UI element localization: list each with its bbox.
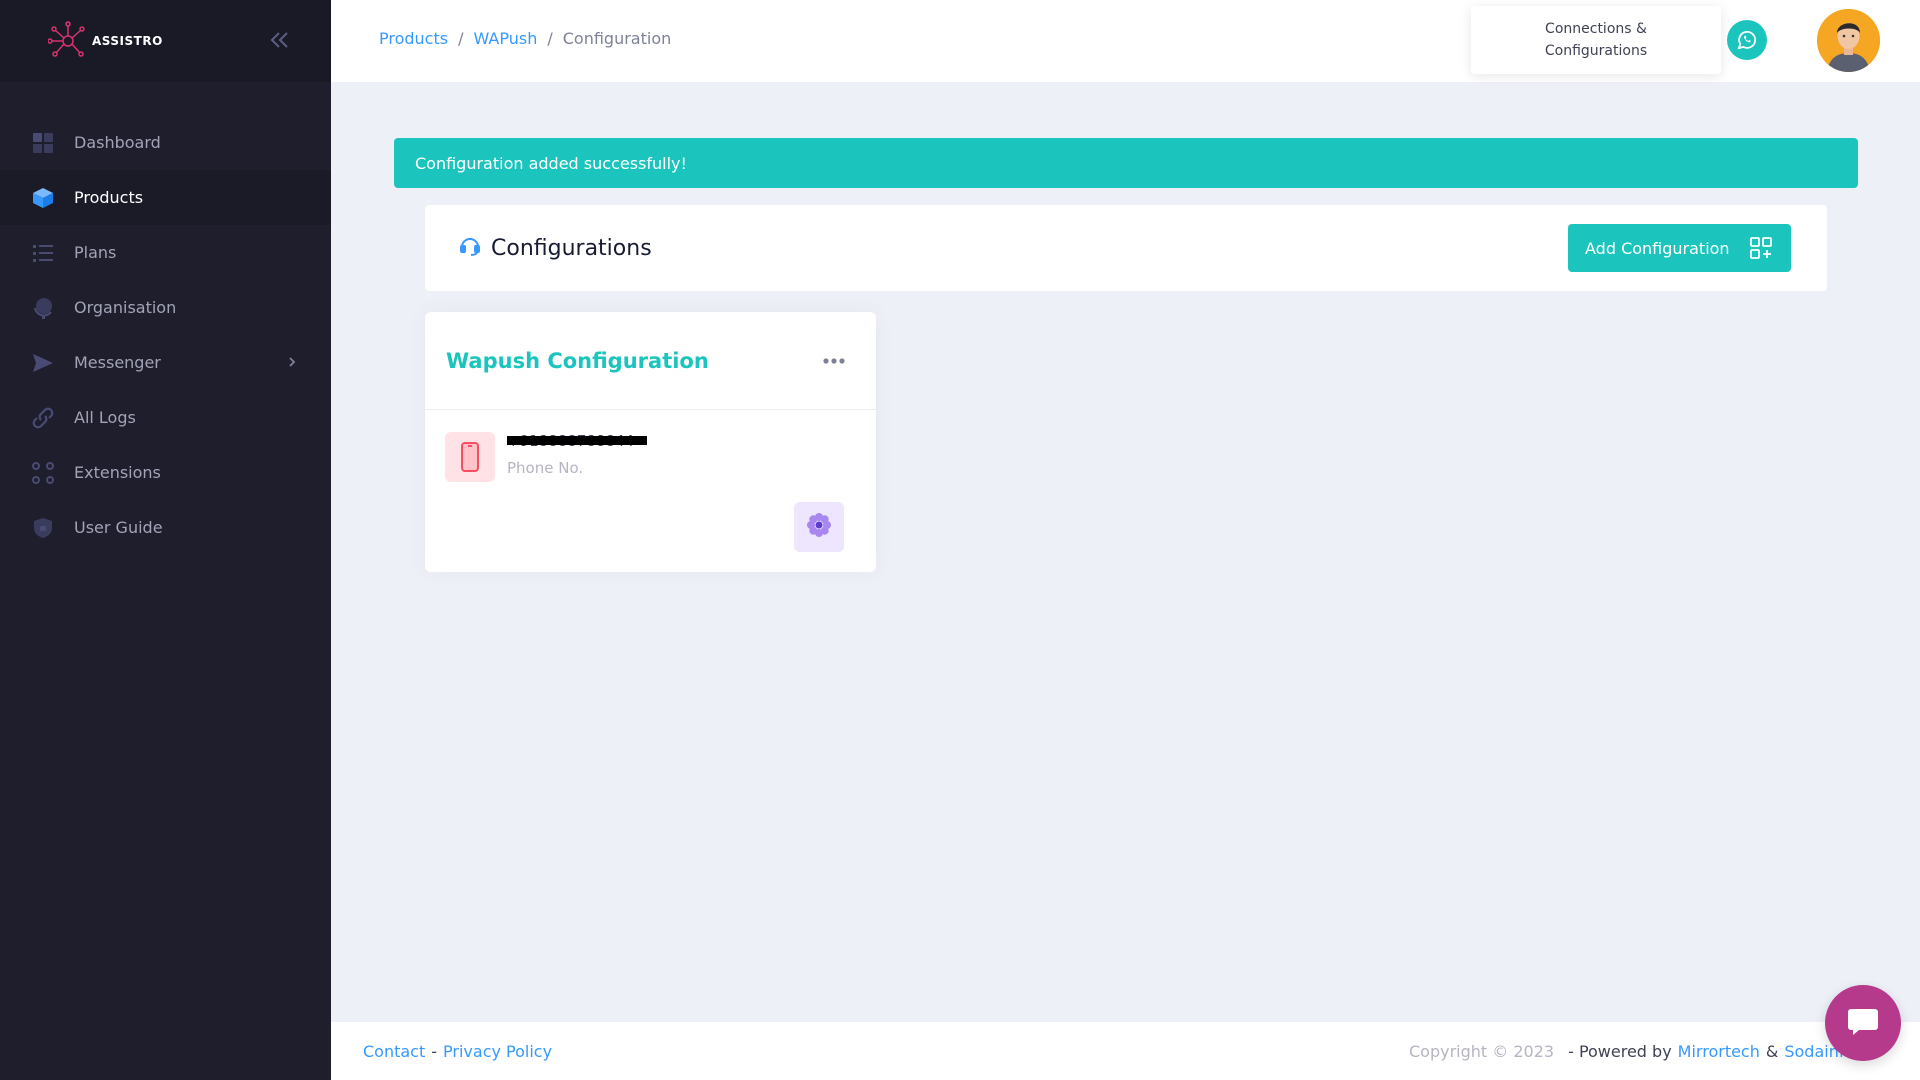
top-header: Products / WAPush / Configuration Connec…: [331, 0, 1920, 82]
add-grid-icon: [1749, 236, 1773, 260]
breadcrumb-separator: /: [458, 29, 464, 48]
headset-icon: [459, 235, 481, 261]
alert-message: Configuration added successfully!: [415, 153, 687, 173]
add-configuration-button[interactable]: Add Configuration: [1568, 224, 1791, 272]
sidebar-item-products[interactable]: Products: [0, 170, 331, 225]
sidebar-nav: Dashboard Products Plans Organisation Me…: [0, 115, 331, 555]
shield-icon: [30, 515, 56, 541]
breadcrumb-wapush[interactable]: WAPush: [473, 29, 537, 48]
assistro-logo-icon[interactable]: [47, 21, 88, 61]
success-alert: Configuration added successfully!: [394, 138, 1858, 188]
brand-header: ASSISTRO: [0, 0, 331, 82]
add-configuration-label: Add Configuration: [1585, 238, 1730, 258]
more-options-icon[interactable]: [822, 352, 846, 364]
configurations-title: Configurations: [491, 235, 652, 261]
mirrortech-link[interactable]: Mirrortech: [1678, 1042, 1760, 1061]
connections-configurations-button[interactable]: Connections & Configurations: [1471, 6, 1721, 74]
sidebar-item-label: Organisation: [74, 298, 177, 317]
footer: Contact - Privacy Policy Copyright © 202…: [331, 1022, 1920, 1080]
footer-links: Contact - Privacy Policy: [363, 1042, 552, 1061]
sidebar-item-label: All Logs: [74, 408, 136, 427]
sidebar-item-extensions[interactable]: Extensions: [0, 445, 331, 500]
collapse-sidebar-icon[interactable]: [267, 28, 291, 52]
breadcrumb-current: Configuration: [562, 29, 672, 48]
brand-name: ASSISTRO: [92, 34, 163, 48]
privacy-policy-link[interactable]: Privacy Policy: [443, 1042, 552, 1061]
phone-info: +918888788844 Phone No.: [507, 432, 647, 477]
list-icon: [30, 240, 56, 266]
footer-credits: Copyright © 2023 - Powered by Mirrortech…: [1409, 1042, 1861, 1061]
sidebar-item-label: Extensions: [74, 463, 161, 482]
sidebar-item-label: Products: [74, 188, 144, 207]
link-icon: [30, 405, 56, 431]
phone-icon: [445, 432, 495, 482]
cube-icon: [30, 185, 56, 211]
connections-label-line1: Connections &: [1545, 21, 1647, 37]
dashboard-icon: [30, 130, 56, 156]
phone-number-value: +918888788844: [507, 432, 647, 452]
sidebar-item-organisation[interactable]: Organisation: [0, 280, 331, 335]
globe-icon: [30, 295, 56, 321]
gear-icon: [806, 512, 832, 542]
sidebar-item-all-logs[interactable]: All Logs: [0, 390, 331, 445]
copyright-text: Copyright © 2023: [1409, 1042, 1555, 1061]
sidebar-item-dashboard[interactable]: Dashboard: [0, 115, 331, 170]
chat-bubble-icon: [1845, 1003, 1881, 1043]
send-icon: [30, 350, 56, 376]
contact-link[interactable]: Contact: [363, 1042, 425, 1061]
sidebar-item-label: Messenger: [74, 353, 161, 372]
sidebar: ASSISTRO Dashboard Products Plans Organi…: [0, 0, 331, 1080]
sidebar-item-label: Dashboard: [74, 133, 161, 152]
sidebar-item-plans[interactable]: Plans: [0, 225, 331, 280]
footer-separator: -: [431, 1042, 438, 1061]
phone-label: Phone No.: [507, 459, 584, 477]
chat-widget-button[interactable]: [1825, 985, 1901, 1061]
sidebar-item-label: User Guide: [74, 518, 163, 537]
connections-label-line2: Configurations: [1544, 43, 1648, 59]
sidebar-item-user-guide[interactable]: User Guide: [0, 500, 331, 555]
redaction-bar: [507, 436, 647, 445]
whatsapp-icon[interactable]: [1727, 20, 1767, 60]
sidebar-item-label: Plans: [74, 243, 117, 262]
breadcrumb-products[interactable]: Products: [379, 29, 448, 48]
grid-circles-icon: [30, 460, 56, 486]
card-title: Wapush Configuration: [446, 348, 709, 373]
user-avatar[interactable]: [1817, 9, 1880, 72]
breadcrumb: Products / WAPush / Configuration: [379, 29, 671, 48]
chevron-right-icon: [285, 354, 299, 368]
card-header: Wapush Configuration: [425, 312, 876, 410]
breadcrumb-separator: /: [547, 29, 553, 48]
powered-by-text: - Powered by: [1568, 1042, 1672, 1061]
wapush-configuration-card: Wapush Configuration +918888788844 Phone…: [425, 312, 876, 572]
phone-row: +918888788844 Phone No.: [445, 432, 647, 482]
sidebar-item-messenger[interactable]: Messenger: [0, 335, 331, 390]
configurations-header: Configurations Add Configuration: [425, 205, 1827, 291]
settings-button[interactable]: [794, 502, 844, 552]
ampersand-text: &: [1765, 1042, 1779, 1061]
